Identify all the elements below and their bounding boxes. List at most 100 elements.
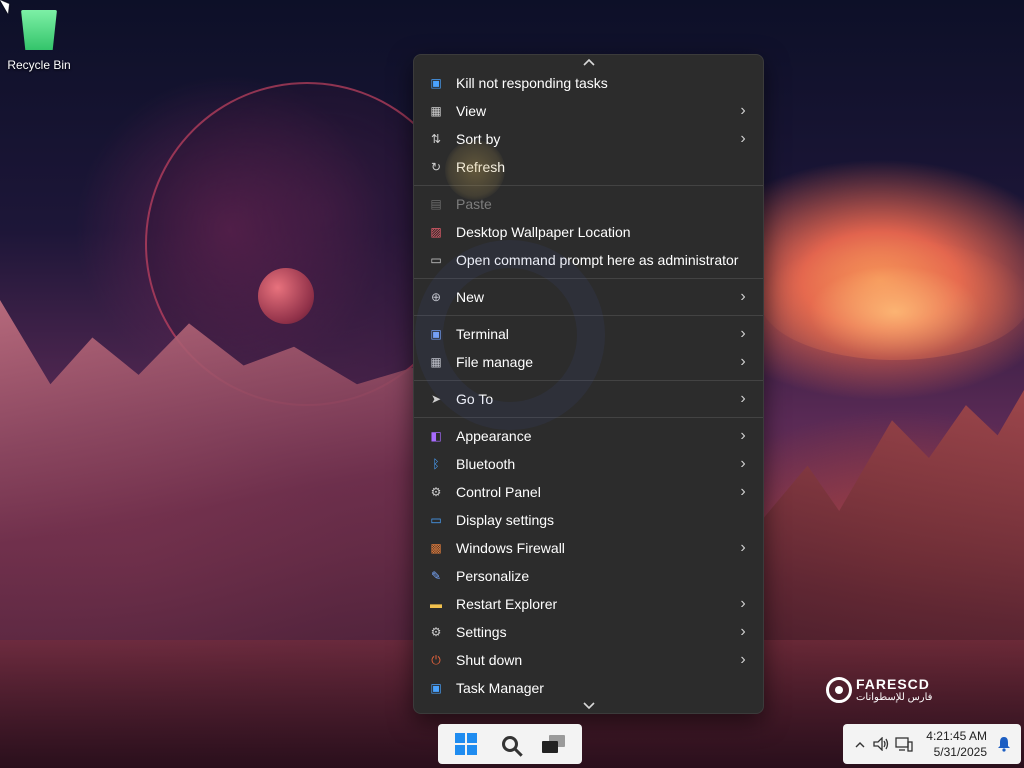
chevron-right-icon: › — [740, 539, 746, 556]
scroll-up-button[interactable] — [414, 55, 763, 69]
folder-icon: ▬ — [430, 597, 442, 611]
menu-item-view[interactable]: ▦ View › — [418, 97, 759, 125]
brand-name: FARESCD — [856, 676, 930, 692]
menu-item-label: Appearance — [456, 428, 532, 444]
menu-item-label: Paste — [456, 196, 492, 212]
command-prompt-icon: ▭ — [430, 253, 442, 267]
show-hidden-icons-button[interactable] — [849, 733, 871, 755]
menu-item-appearance[interactable]: ◧ Appearance › — [418, 422, 759, 450]
menu-item-settings[interactable]: ⚙ Settings › — [418, 618, 759, 646]
menu-item-restart-explorer[interactable]: ▬ Restart Explorer › — [418, 590, 759, 618]
menu-item-label: Settings — [456, 624, 507, 640]
brand-subtitle: فارس للإسطوانات — [856, 692, 933, 703]
menu-separator — [414, 185, 763, 186]
notifications-button[interactable] — [993, 733, 1015, 755]
menu-item-label: Kill not responding tasks — [456, 75, 608, 91]
menu-item-open-command-prompt-here-as-administrator[interactable]: ▭ Open command prompt here as administrat… — [418, 246, 759, 274]
paste-icon: ▤ — [430, 197, 442, 211]
menu-item-bluetooth[interactable]: ᛒ Bluetooth › — [418, 450, 759, 478]
menu-item-desktop-wallpaper-location[interactable]: ▨ Desktop Wallpaper Location — [418, 218, 759, 246]
menu-separator — [414, 315, 763, 316]
chevron-right-icon: › — [740, 651, 746, 668]
menu-item-paste: ▤ Paste — [418, 190, 759, 218]
menu-item-label: Refresh — [456, 159, 506, 175]
brand-logo-icon — [826, 676, 852, 703]
pencil-icon: ✎ — [430, 569, 442, 583]
refresh-icon: ↻ — [430, 160, 442, 174]
menu-item-label: New — [456, 289, 485, 305]
task-manager-icon: ▣ — [430, 681, 442, 695]
network-button[interactable] — [893, 733, 915, 755]
volume-button[interactable] — [871, 733, 893, 755]
menu-item-windows-firewall[interactable]: ▩ Windows Firewall › — [418, 534, 759, 562]
wallpaper-small-planet — [258, 268, 314, 324]
menu-item-terminal[interactable]: ▣ Terminal › — [418, 320, 759, 348]
chevron-right-icon: › — [740, 427, 746, 444]
windows-logo-icon — [455, 733, 477, 755]
menu-item-label: Display settings — [456, 512, 555, 528]
menu-item-display-settings[interactable]: ▭ Display settings — [418, 506, 759, 534]
menu-item-personalize[interactable]: ✎ Personalize — [418, 562, 759, 590]
menu-item-label: Personalize — [456, 568, 530, 584]
sort-icon: ⇅ — [430, 132, 442, 146]
file-manage-icon: ▦ — [430, 355, 442, 369]
start-button[interactable] — [450, 728, 482, 760]
pointer-icon: ➤ — [430, 392, 442, 406]
appearance-icon: ◧ — [430, 429, 442, 443]
chevron-right-icon: › — [740, 130, 746, 147]
menu-separator — [414, 380, 763, 381]
menu-item-label: Terminal — [456, 326, 509, 342]
menu-item-shut-down[interactable]: ⏻ Shut down › — [418, 646, 759, 674]
menu-item-label: Go To — [456, 391, 494, 407]
gear-icon: ⚙ — [430, 485, 442, 499]
chevron-up-icon — [855, 741, 865, 747]
menu-item-new[interactable]: ⊕ New › — [418, 283, 759, 311]
task-view-button[interactable] — [538, 728, 570, 760]
display-icon: ▭ — [430, 513, 442, 527]
view-grid-icon: ▦ — [430, 104, 442, 118]
chevron-right-icon: › — [740, 455, 746, 472]
chevron-right-icon: › — [740, 102, 746, 119]
search-button[interactable] — [494, 728, 526, 760]
recycle-bin-icon — [21, 10, 57, 50]
chevron-down-icon — [582, 702, 595, 710]
recycle-bin[interactable]: Recycle Bin — [4, 8, 74, 72]
clock-date: 5/31/2025 — [933, 745, 987, 759]
menu-item-refresh[interactable]: ↻ Refresh — [418, 153, 759, 181]
wallpaper-icon: ▨ — [430, 225, 442, 239]
terminal-icon: ▣ — [430, 327, 442, 341]
chevron-right-icon: › — [740, 483, 746, 500]
menu-item-label: View — [456, 103, 487, 119]
menu-item-file-manage[interactable]: ▦ File manage › — [418, 348, 759, 376]
chevron-right-icon: › — [740, 353, 746, 370]
bluetooth-icon: ᛒ — [432, 457, 440, 471]
bell-icon — [998, 737, 1010, 752]
menu-item-label: Sort by — [456, 131, 501, 147]
menu-item-label: Open command prompt here as administrato… — [456, 252, 739, 268]
power-icon: ⏻ — [431, 652, 441, 667]
kill-tasks-icon: ▣ — [430, 76, 442, 90]
menu-item-label: Windows Firewall — [456, 540, 565, 556]
wallpaper-sun-glow — [760, 240, 1024, 360]
menu-separator — [414, 417, 763, 418]
desktop-context-menu: ▣ Kill not responding tasks ▦ View › ⇅ Sort by… — [413, 54, 764, 714]
firewall-icon: ▩ — [430, 541, 442, 555]
brand-watermark: FARESCD فارس للإسطوانات — [826, 676, 932, 703]
menu-item-task-manager[interactable]: ▣ Task Manager — [418, 674, 759, 702]
menu-item-label: Desktop Wallpaper Location — [456, 224, 631, 240]
clock[interactable]: 4:21:45 AM 5/31/2025 — [926, 728, 987, 760]
task-view-icon — [542, 735, 566, 753]
menu-item-sort-by[interactable]: ⇅ Sort by › — [418, 125, 759, 153]
system-tray: 4:21:45 AM 5/31/2025 — [843, 724, 1021, 764]
menu-item-go-to[interactable]: ➤ Go To › — [418, 385, 759, 413]
chevron-right-icon: › — [740, 288, 746, 305]
menu-separator — [414, 278, 763, 279]
menu-item-kill-not-responding-tasks[interactable]: ▣ Kill not responding tasks — [418, 69, 759, 97]
chevron-right-icon: › — [740, 595, 746, 612]
chevron-right-icon: › — [740, 623, 746, 640]
recycle-bin-label: Recycle Bin — [7, 58, 71, 72]
chevron-up-icon — [582, 58, 595, 66]
menu-item-label: Task Manager — [456, 680, 544, 696]
menu-item-label: File manage — [456, 354, 534, 370]
menu-item-control-panel[interactable]: ⚙ Control Panel › — [418, 478, 759, 506]
